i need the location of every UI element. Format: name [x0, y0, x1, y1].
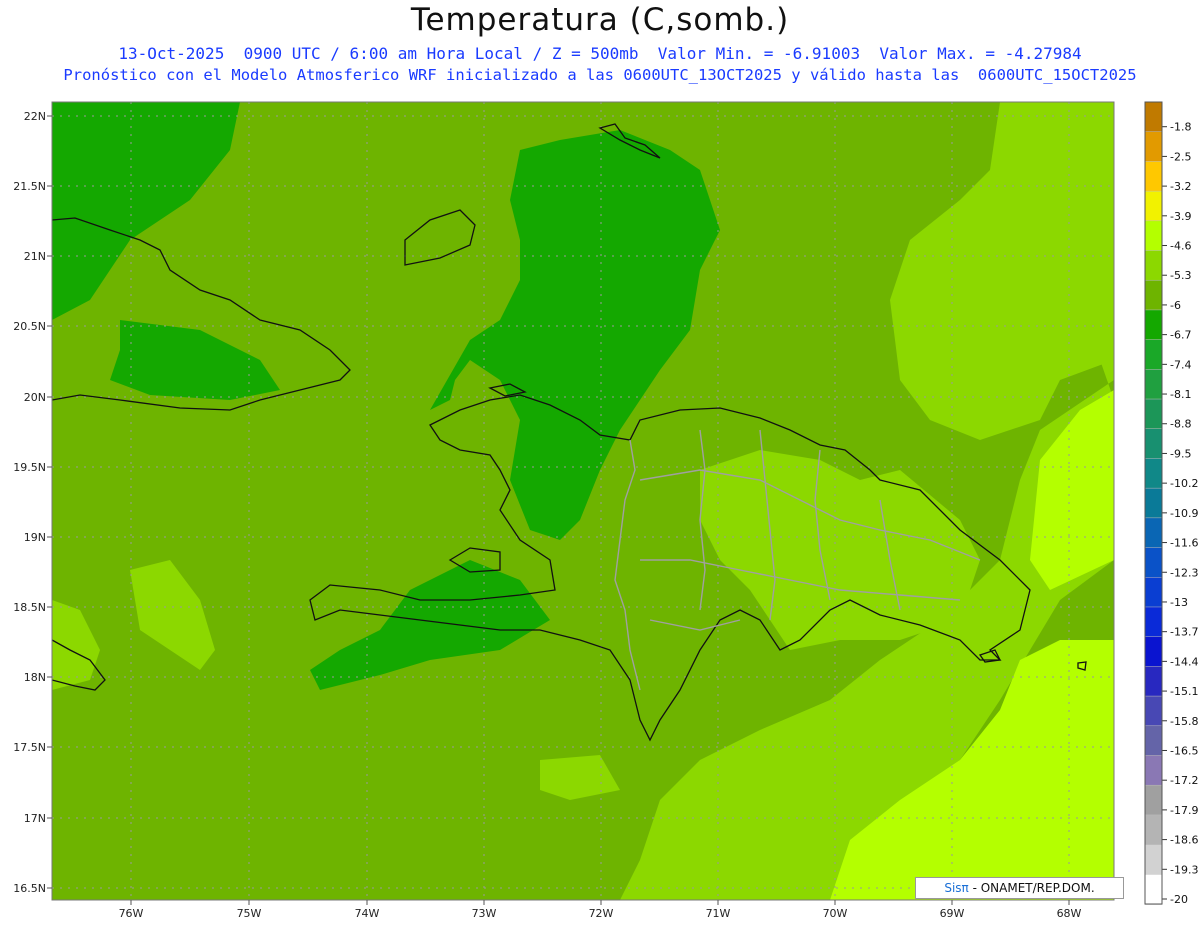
colorbar-swatch: [1144, 517, 1163, 549]
colorbar-label: -6.7: [1170, 329, 1191, 342]
colorbar-label: -20: [1170, 893, 1188, 906]
colorbar-label: -13: [1170, 596, 1188, 609]
colorbar-swatch: [1144, 784, 1163, 816]
credit-text: - ONAMET/REP.DOM.: [968, 881, 1095, 895]
colorbar-label: -11.6: [1170, 537, 1198, 550]
colorbar-label: -1.8: [1170, 121, 1191, 134]
longitude-label: 74W: [355, 907, 380, 920]
longitude-labels: 76W 75W 74W 73W 72W 71W 70W 69W 68W: [119, 900, 1082, 920]
colorbar-swatch: [1144, 131, 1163, 163]
subtitle-valid-time: 13-Oct-2025 0900 UTC / 6:00 am Hora Loca…: [118, 44, 1082, 63]
temperature-field: [52, 102, 1114, 900]
latitude-label: 20N: [24, 391, 46, 404]
colorbar-swatch: [1144, 695, 1163, 727]
colorbar: -1.8 -2.5 -3.2 -3.9 -4.6 -5.3 -6 -6.7 -7.4 -8.1 -8…: [1144, 101, 1198, 906]
latitude-label: 20.5N: [13, 320, 46, 333]
subtitle-model-info: Pronóstico con el Modelo Atmosferico WRF…: [63, 66, 1137, 84]
colorbar-swatch: [1144, 309, 1163, 341]
longitude-label: 70W: [823, 907, 848, 920]
colorbar-swatch: [1144, 190, 1163, 222]
latitude-label: 19N: [24, 531, 46, 544]
latitude-label: 19.5N: [13, 461, 46, 474]
colorbar-label: -14.4: [1170, 655, 1198, 668]
colorbar-label: -17.2: [1170, 774, 1198, 787]
colorbar-label: -6: [1170, 299, 1181, 312]
colorbar-swatch: [1144, 814, 1163, 846]
latitude-label: 17.5N: [13, 741, 46, 754]
credit-brand: Sis: [944, 881, 962, 895]
colorbar-label: -15.8: [1170, 715, 1198, 728]
colorbar-swatch: [1144, 428, 1163, 460]
longitude-label: 75W: [237, 907, 262, 920]
colorbar-swatch: [1144, 220, 1163, 252]
colorbar-label: -13.7: [1170, 626, 1198, 639]
colorbar-label: -15.1: [1170, 685, 1198, 698]
colorbar-label: -5.3: [1170, 269, 1191, 282]
credit-box: Sisπ - ONAMET/REP.DOM.: [915, 877, 1124, 899]
latitude-label: 17N: [24, 812, 46, 825]
latitude-label: 18.5N: [13, 601, 46, 614]
latitude-label: 22N: [24, 110, 46, 123]
colorbar-swatch: [1144, 250, 1163, 281]
colorbar-label: -19.3: [1170, 863, 1198, 876]
latitude-label: 21N: [24, 250, 46, 263]
colorbar-label: -3.9: [1170, 210, 1191, 223]
colorbar-swatch: [1144, 844, 1163, 876]
colorbar-swatch: [1144, 398, 1163, 430]
longitude-label: 68W: [1057, 907, 1082, 920]
colorbar-label: -16.5: [1170, 744, 1198, 757]
longitude-label: 76W: [119, 907, 144, 920]
colorbar-swatch: [1144, 606, 1163, 638]
colorbar-swatch: [1144, 577, 1163, 608]
colorbar-swatch: [1144, 161, 1163, 192]
pi-icon: π: [961, 881, 969, 895]
latitude-label: 16.5N: [13, 882, 46, 895]
colorbar-label: -8.8: [1170, 418, 1191, 431]
colorbar-label: -3.2: [1170, 180, 1191, 193]
colorbar-swatch: [1144, 874, 1163, 905]
temperature-map[interactable]: 22N 21.5N 21N 20.5N 20N 19.5N 19N 18.5N 18N 17.5N…: [0, 95, 1200, 927]
colorbar-label: -9.5: [1170, 447, 1191, 460]
colorbar-label: -10.2: [1170, 477, 1198, 490]
colorbar-label: -12.3: [1170, 566, 1198, 579]
colorbar-swatch: [1144, 636, 1163, 668]
colorbar-swatch: [1144, 369, 1163, 400]
colorbar-label: -8.1: [1170, 388, 1191, 401]
colorbar-label: -7.4: [1170, 358, 1191, 371]
map-title: Temperatura (C,somb.): [410, 2, 790, 38]
longitude-label: 72W: [589, 907, 614, 920]
longitude-label: 69W: [940, 907, 965, 920]
colorbar-swatch: [1144, 547, 1163, 579]
latitude-label: 21.5N: [13, 180, 46, 193]
colorbar-label: -4.6: [1170, 240, 1191, 253]
colorbar-swatch: [1144, 487, 1163, 519]
colorbar-label: -2.5: [1170, 150, 1191, 163]
colorbar-swatch: [1144, 458, 1163, 489]
colorbar-swatch: [1144, 725, 1163, 757]
latitude-label: 18N: [24, 671, 46, 684]
colorbar-swatch: [1144, 339, 1163, 371]
longitude-label: 73W: [472, 907, 497, 920]
latitude-labels: 22N 21.5N 21N 20.5N 20N 19.5N 19N 18.5N 18N 17.5N…: [13, 110, 52, 895]
colorbar-swatch: [1144, 101, 1163, 133]
longitude-label: 71W: [706, 907, 731, 920]
colorbar-swatch: [1144, 666, 1163, 697]
colorbar-swatch: [1144, 279, 1163, 311]
colorbar-label: -18.6: [1170, 834, 1198, 847]
colorbar-swatch: [1144, 755, 1163, 786]
colorbar-label: -17.9: [1170, 804, 1198, 817]
colorbar-label: -10.9: [1170, 507, 1198, 520]
